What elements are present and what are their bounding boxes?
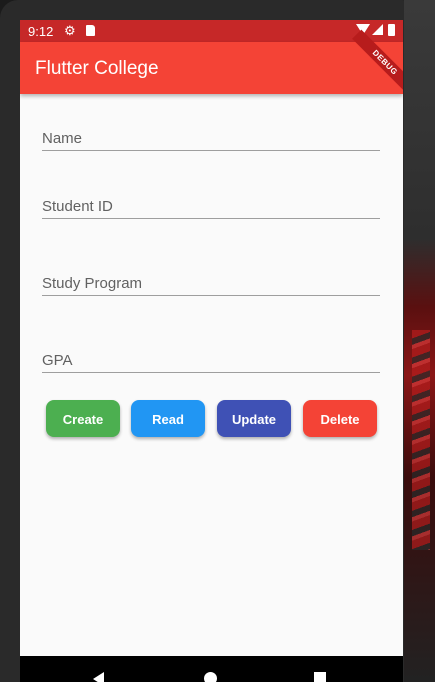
gear-icon: ⚙ bbox=[64, 23, 76, 38]
student-id-field[interactable] bbox=[42, 198, 380, 219]
study-program-field[interactable] bbox=[42, 275, 380, 296]
app-bar: Flutter College DEBUG bbox=[20, 29, 403, 96]
home-icon[interactable] bbox=[204, 672, 217, 682]
battery-icon bbox=[388, 24, 395, 36]
background-wallpaper bbox=[404, 0, 435, 682]
study-program-input[interactable] bbox=[42, 275, 380, 292]
status-bar: 9:12 ⚙ bbox=[20, 20, 403, 42]
name-field[interactable] bbox=[42, 130, 380, 151]
create-button[interactable]: Create bbox=[46, 400, 120, 437]
name-input[interactable] bbox=[42, 130, 380, 147]
recents-icon[interactable] bbox=[314, 672, 326, 682]
signal-icon bbox=[372, 24, 383, 35]
gpa-field[interactable] bbox=[42, 352, 380, 373]
gpa-input[interactable] bbox=[42, 352, 380, 369]
sd-card-icon bbox=[86, 25, 95, 36]
delete-button[interactable]: Delete bbox=[303, 400, 377, 437]
student-id-input[interactable] bbox=[42, 198, 380, 215]
navigation-bar bbox=[20, 656, 403, 682]
read-button[interactable]: Read bbox=[131, 400, 205, 437]
back-icon[interactable] bbox=[93, 672, 104, 682]
status-time: 9:12 bbox=[28, 24, 54, 39]
update-button[interactable]: Update bbox=[217, 400, 291, 437]
phone-screen: 9:12 ⚙ Flutter College DEBUG Create Read… bbox=[20, 20, 403, 682]
app-title: Flutter College bbox=[35, 58, 159, 79]
